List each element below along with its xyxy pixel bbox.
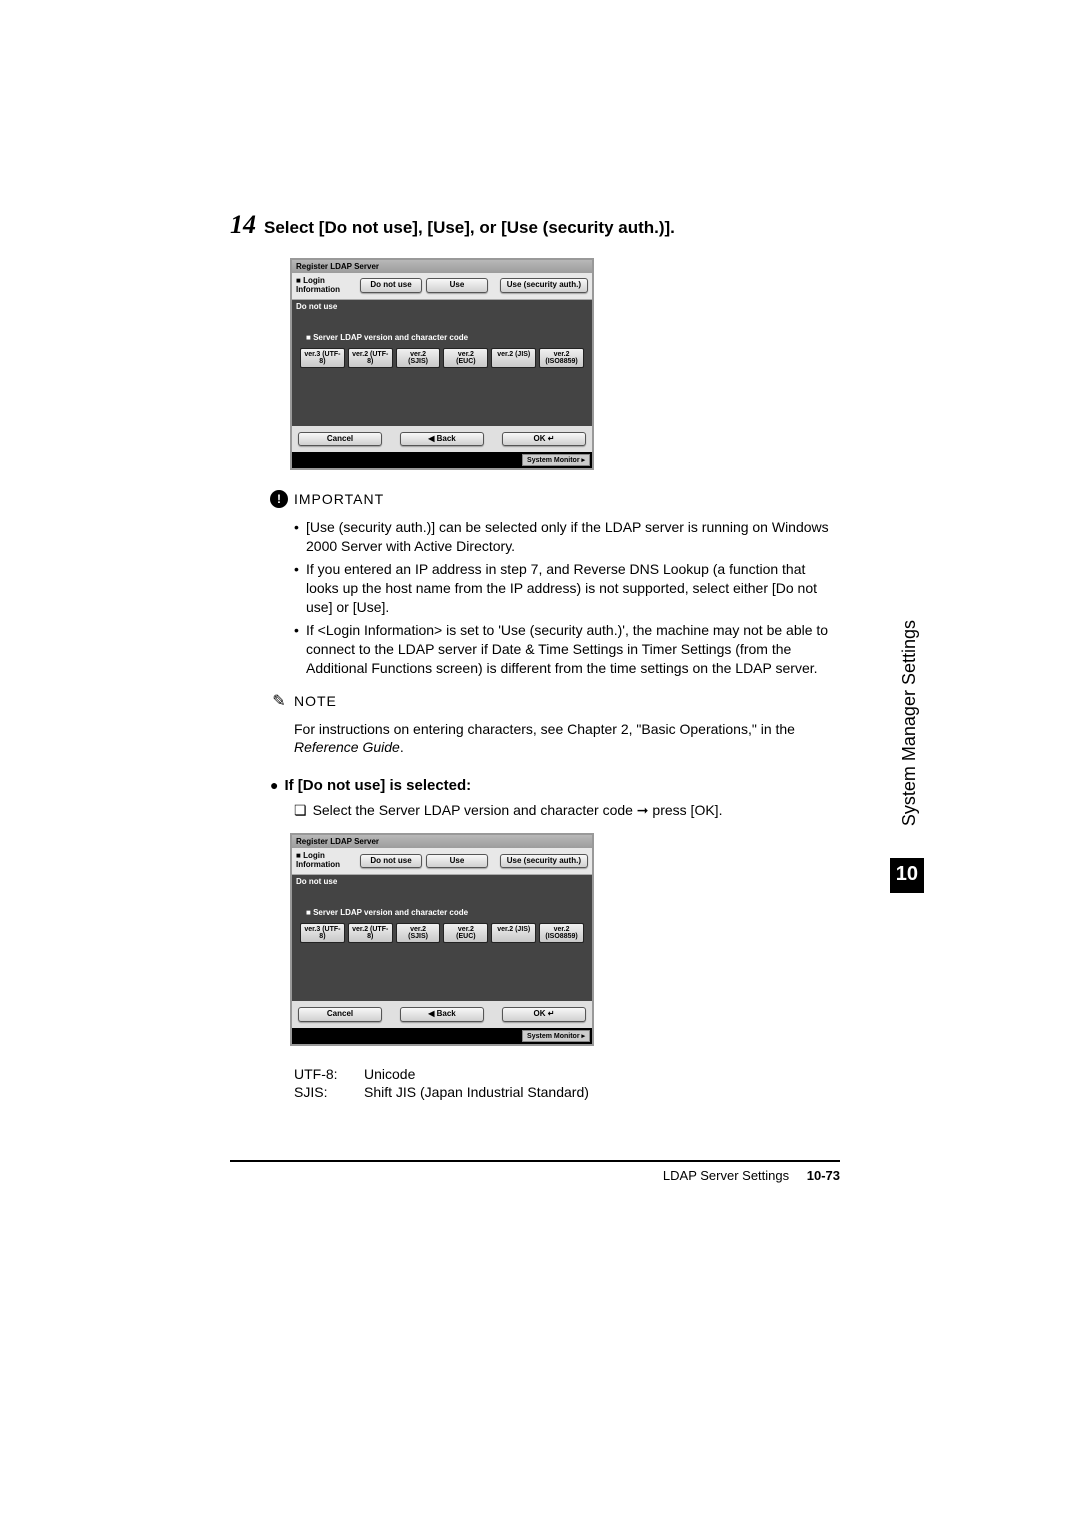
ss2-ok-button[interactable]: OK ↵ bbox=[502, 1007, 586, 1022]
ss2-ver-btn[interactable]: ver.2 (UTF-8) bbox=[348, 923, 393, 943]
important-list: [Use (security auth.)] can be selected o… bbox=[294, 518, 840, 677]
ss1-cancel-button[interactable]: Cancel bbox=[298, 432, 382, 447]
step-text: Select [Do not use], [Use], or [Use (sec… bbox=[264, 218, 675, 238]
footer-rule bbox=[230, 1160, 840, 1162]
ss2-titlebar: Register LDAP Server bbox=[292, 835, 592, 848]
ss2-login-label: ■ Login Information bbox=[296, 852, 356, 870]
embedded-screenshot-2: Register LDAP Server ■ Login Information… bbox=[290, 833, 594, 1045]
ss2-do-not-use-button[interactable]: Do not use bbox=[360, 854, 422, 869]
note-label: NOTE bbox=[294, 693, 337, 709]
ss1-ver-btn[interactable]: ver.3 (UTF-8) bbox=[300, 348, 345, 368]
def-row: UTF-8: Unicode bbox=[294, 1066, 840, 1082]
def-term: UTF-8: bbox=[294, 1066, 364, 1082]
ss2-use-button[interactable]: Use bbox=[426, 854, 488, 869]
ss1-use-button[interactable]: Use bbox=[426, 278, 488, 293]
ss1-login-label: ■ Login Information bbox=[296, 277, 356, 295]
sub-step: Select the Server LDAP version and chara… bbox=[294, 802, 840, 819]
important-item: If <Login Information> is set to 'Use (s… bbox=[294, 621, 840, 678]
footer-page-number: 10-73 bbox=[807, 1168, 840, 1183]
ss1-titlebar: Register LDAP Server bbox=[292, 260, 592, 273]
definitions: UTF-8: Unicode SJIS: Shift JIS (Japan In… bbox=[294, 1066, 840, 1100]
ss1-ver-btn[interactable]: ver.2 (EUC) bbox=[443, 348, 488, 368]
ss2-use-security-button[interactable]: Use (security auth.) bbox=[500, 854, 588, 869]
ss1-ver-btn[interactable]: ver.2 (SJIS) bbox=[396, 348, 441, 368]
footer-section: LDAP Server Settings bbox=[663, 1168, 789, 1183]
def-def: Unicode bbox=[364, 1066, 415, 1082]
note-icon bbox=[270, 692, 288, 710]
ss2-status: Do not use bbox=[292, 875, 592, 888]
sub-heading: If [Do not use] is selected: bbox=[270, 777, 840, 794]
ss1-system-monitor[interactable]: System Monitor ▸ bbox=[522, 454, 590, 466]
ss2-ver-btn[interactable]: ver.3 (UTF-8) bbox=[300, 923, 345, 943]
ss2-body-label: ■ Server LDAP version and character code bbox=[306, 908, 584, 917]
ss2-ver-btn[interactable]: ver.2 (ISO8859) bbox=[539, 923, 584, 943]
ss1-ver-btn[interactable]: ver.2 (JIS) bbox=[491, 348, 536, 368]
ss1-ver-btn[interactable]: ver.2 (ISO8859) bbox=[539, 348, 584, 368]
side-tab-label: System Manager Settings bbox=[899, 620, 920, 826]
ss1-ver-btn[interactable]: ver.2 (UTF-8) bbox=[348, 348, 393, 368]
def-term: SJIS: bbox=[294, 1084, 364, 1100]
ss2-back-button[interactable]: ◀ Back bbox=[400, 1007, 484, 1022]
step-heading: 14 Select [Do not use], [Use], or [Use (… bbox=[230, 210, 840, 240]
step-number: 14 bbox=[230, 210, 256, 240]
ss1-body-label: ■ Server LDAP version and character code bbox=[306, 333, 584, 342]
ss2-system-monitor[interactable]: System Monitor ▸ bbox=[522, 1030, 590, 1042]
ss1-status: Do not use bbox=[292, 300, 592, 313]
def-row: SJIS: Shift JIS (Japan Industrial Standa… bbox=[294, 1084, 840, 1100]
note-callout: NOTE bbox=[270, 692, 840, 710]
ss1-do-not-use-button[interactable]: Do not use bbox=[360, 278, 422, 293]
ss1-use-security-button[interactable]: Use (security auth.) bbox=[500, 278, 588, 293]
note-body: For instructions on entering characters,… bbox=[294, 720, 840, 758]
important-item: If you entered an IP address in step 7, … bbox=[294, 560, 840, 617]
important-icon: ! bbox=[270, 490, 288, 508]
side-tab-number: 10 bbox=[890, 858, 924, 893]
def-def: Shift JIS (Japan Industrial Standard) bbox=[364, 1084, 589, 1100]
ss2-ver-btn[interactable]: ver.2 (EUC) bbox=[443, 923, 488, 943]
important-label: IMPORTANT bbox=[294, 491, 384, 507]
important-callout: ! IMPORTANT bbox=[270, 490, 840, 508]
ss2-cancel-button[interactable]: Cancel bbox=[298, 1007, 382, 1022]
page-footer: LDAP Server Settings 10-73 bbox=[230, 1168, 840, 1183]
important-item: [Use (security auth.)] can be selected o… bbox=[294, 518, 840, 556]
embedded-screenshot-1: Register LDAP Server ■ Login Information… bbox=[290, 258, 594, 470]
ss1-back-button[interactable]: ◀ Back bbox=[400, 432, 484, 447]
ss2-ver-btn[interactable]: ver.2 (JIS) bbox=[491, 923, 536, 943]
ss1-ok-button[interactable]: OK ↵ bbox=[502, 432, 586, 447]
ss2-ver-btn[interactable]: ver.2 (SJIS) bbox=[396, 923, 441, 943]
